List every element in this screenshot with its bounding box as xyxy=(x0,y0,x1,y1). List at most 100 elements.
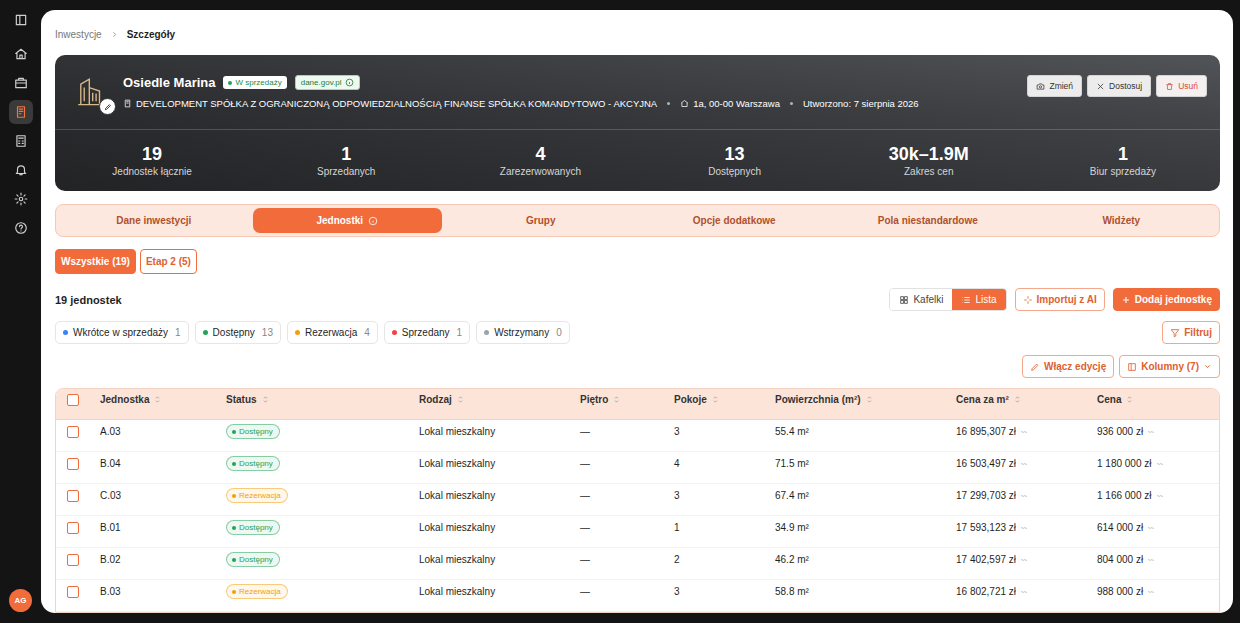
row-checkbox[interactable] xyxy=(67,458,79,470)
view-option[interactable]: Kafelki xyxy=(890,289,952,310)
breadcrumb-item[interactable]: Inwestycje xyxy=(55,29,102,40)
help-icon xyxy=(14,221,28,235)
user-avatar[interactable]: AG xyxy=(9,589,32,612)
sidebar-item[interactable] xyxy=(9,8,33,32)
select-all-checkbox[interactable] xyxy=(67,394,79,406)
status-cell: Dostępny xyxy=(226,456,419,471)
tab-bar: Dane inwestycji Jednostki Grupy Opcje do… xyxy=(55,204,1220,237)
column-header[interactable]: Cena xyxy=(1097,394,1219,405)
status-filter-chip[interactable]: Sprzedany1 xyxy=(384,321,470,344)
columns-button[interactable]: Kolumny (7) xyxy=(1119,355,1220,378)
filter-button[interactable]: Filtruj xyxy=(1162,321,1220,344)
status-cell: Dostępny xyxy=(226,520,419,535)
status-cell: Rezerwacja xyxy=(226,488,419,503)
edit-mode-button[interactable]: Włącz edycję xyxy=(1022,355,1114,378)
price-cell: 804 000 zł xyxy=(1097,554,1219,565)
floor-cell: — xyxy=(580,554,674,565)
price-cell: 1 166 000 zł xyxy=(1097,490,1219,501)
column-header[interactable]: Jednostka xyxy=(100,394,226,405)
import-ai-button[interactable]: Importuj z AI xyxy=(1015,288,1105,311)
floor-cell: — xyxy=(580,458,674,469)
column-header[interactable]: Rodzaj xyxy=(419,394,580,405)
investment-title: Osiedle Marina xyxy=(123,75,215,90)
funnel-icon xyxy=(1170,328,1180,338)
created-date: Utworzono: 7 sierpnia 2026 xyxy=(803,98,919,109)
history-icon xyxy=(1020,492,1028,500)
price-per-m2-cell: 17 593,123 zł xyxy=(956,522,1097,533)
sort-icon xyxy=(153,395,162,404)
floor-cell: — xyxy=(580,586,674,597)
sidebar-item[interactable] xyxy=(9,158,33,182)
sidebar-item[interactable] xyxy=(9,216,33,240)
price-per-m2-cell: 17 299,703 zł xyxy=(956,490,1097,501)
sort-icon xyxy=(261,395,270,404)
rooms-cell: 2 xyxy=(674,554,775,565)
toolbar: 19 jednostek Kafelki Lista Importuj z AI D… xyxy=(55,288,1220,311)
rooms-cell: 3 xyxy=(674,426,775,437)
sidebar-item[interactable] xyxy=(9,71,33,95)
row-checkbox[interactable] xyxy=(67,586,79,598)
status-badge: Rezerwacja xyxy=(226,584,288,599)
table-row[interactable]: B.03RezerwacjaLokal mieszkalny—358.8 m²1… xyxy=(56,580,1219,612)
sort-icon xyxy=(1125,395,1134,404)
plus-icon xyxy=(1121,295,1131,305)
row-checkbox[interactable] xyxy=(67,426,79,438)
tab[interactable]: Widżety xyxy=(1027,208,1217,233)
sidebar-item[interactable] xyxy=(9,100,33,124)
sidebar-item[interactable] xyxy=(9,129,33,153)
status-filter-chip[interactable]: Wkrótce w sprzedaży1 xyxy=(55,321,189,344)
column-header[interactable]: Powierzchnia (m²) xyxy=(775,394,956,405)
column-header[interactable]: Cena za m² xyxy=(956,394,1097,405)
status-filter-chip[interactable]: Dostępny13 xyxy=(195,321,281,344)
sidebar-item[interactable] xyxy=(9,42,33,66)
source-badge[interactable]: dane.gov.pl xyxy=(295,75,360,90)
history-icon xyxy=(1156,460,1164,468)
investment-logo[interactable] xyxy=(72,71,110,111)
tab[interactable]: Dane inwestycji xyxy=(59,208,249,233)
status-filter-chip[interactable]: Rezerwacja4 xyxy=(287,321,378,344)
status-legend: Wkrótce w sprzedaży1 Dostępny13 Rezerwacja… xyxy=(55,321,570,344)
add-unit-button[interactable]: Dodaj jednostkę xyxy=(1113,288,1220,311)
history-icon xyxy=(1147,588,1155,596)
tab[interactable]: Jednostki xyxy=(253,208,443,233)
phase-chip[interactable]: Etap 2 (5) xyxy=(140,249,197,274)
table-row[interactable]: B.01DostępnyLokal mieszkalny—134.9 m²17 … xyxy=(56,516,1219,548)
table-row[interactable]: A.03DostępnyLokal mieszkalny—355.4 m²16 … xyxy=(56,420,1219,452)
column-header[interactable]: Status xyxy=(226,394,419,405)
table-row[interactable]: C.03RezerwacjaLokal mieszkalny—367.4 m²1… xyxy=(56,484,1219,516)
row-checkbox[interactable] xyxy=(67,490,79,502)
sidebar-item[interactable] xyxy=(9,187,33,211)
row-checkbox[interactable] xyxy=(67,522,79,534)
history-icon xyxy=(1147,524,1155,532)
pencil-icon xyxy=(1030,362,1040,372)
history-icon xyxy=(1156,492,1164,500)
sort-icon xyxy=(711,395,720,404)
header-action-button[interactable]: Usuń xyxy=(1156,75,1207,97)
stat: 4Zarezerwowanych xyxy=(443,144,637,177)
sort-icon xyxy=(1013,395,1022,404)
column-header[interactable]: Pokoje xyxy=(674,394,775,405)
status-badge: Dostępny xyxy=(226,520,280,535)
status-badge: W sprzedaży xyxy=(223,76,286,89)
area-cell: 55.4 m² xyxy=(775,426,956,437)
unit-cell: B.02 xyxy=(100,554,226,565)
table-row[interactable]: B.02DostępnyLokal mieszkalny—246.2 m²17 … xyxy=(56,548,1219,580)
type-cell: Lokal mieszkalny xyxy=(419,458,580,469)
home-icon xyxy=(14,47,28,61)
phase-chip[interactable]: Wszystkie (19) xyxy=(55,249,136,274)
unit-cell: B.03 xyxy=(100,586,226,597)
tab[interactable]: Grupy xyxy=(446,208,636,233)
header-action-button[interactable]: Dostosuj xyxy=(1087,75,1151,97)
column-header[interactable]: Piętro xyxy=(580,394,674,405)
table-row[interactable]: B.04DostępnyLokal mieszkalny—471.5 m²16 … xyxy=(56,452,1219,484)
tab[interactable]: Opcje dodatkowe xyxy=(640,208,830,233)
edit-logo-button[interactable] xyxy=(99,98,116,115)
status-badge: Dostępny xyxy=(226,552,280,567)
tab[interactable]: Pola niestandardowe xyxy=(833,208,1023,233)
briefcase-icon xyxy=(14,76,28,90)
row-checkbox[interactable] xyxy=(67,554,79,566)
units-count: 19 jednostek xyxy=(55,294,122,306)
status-filter-chip[interactable]: Wstrzymany0 xyxy=(476,321,570,344)
header-action-button[interactable]: Zmień xyxy=(1027,75,1082,97)
view-option[interactable]: Lista xyxy=(952,289,1005,310)
